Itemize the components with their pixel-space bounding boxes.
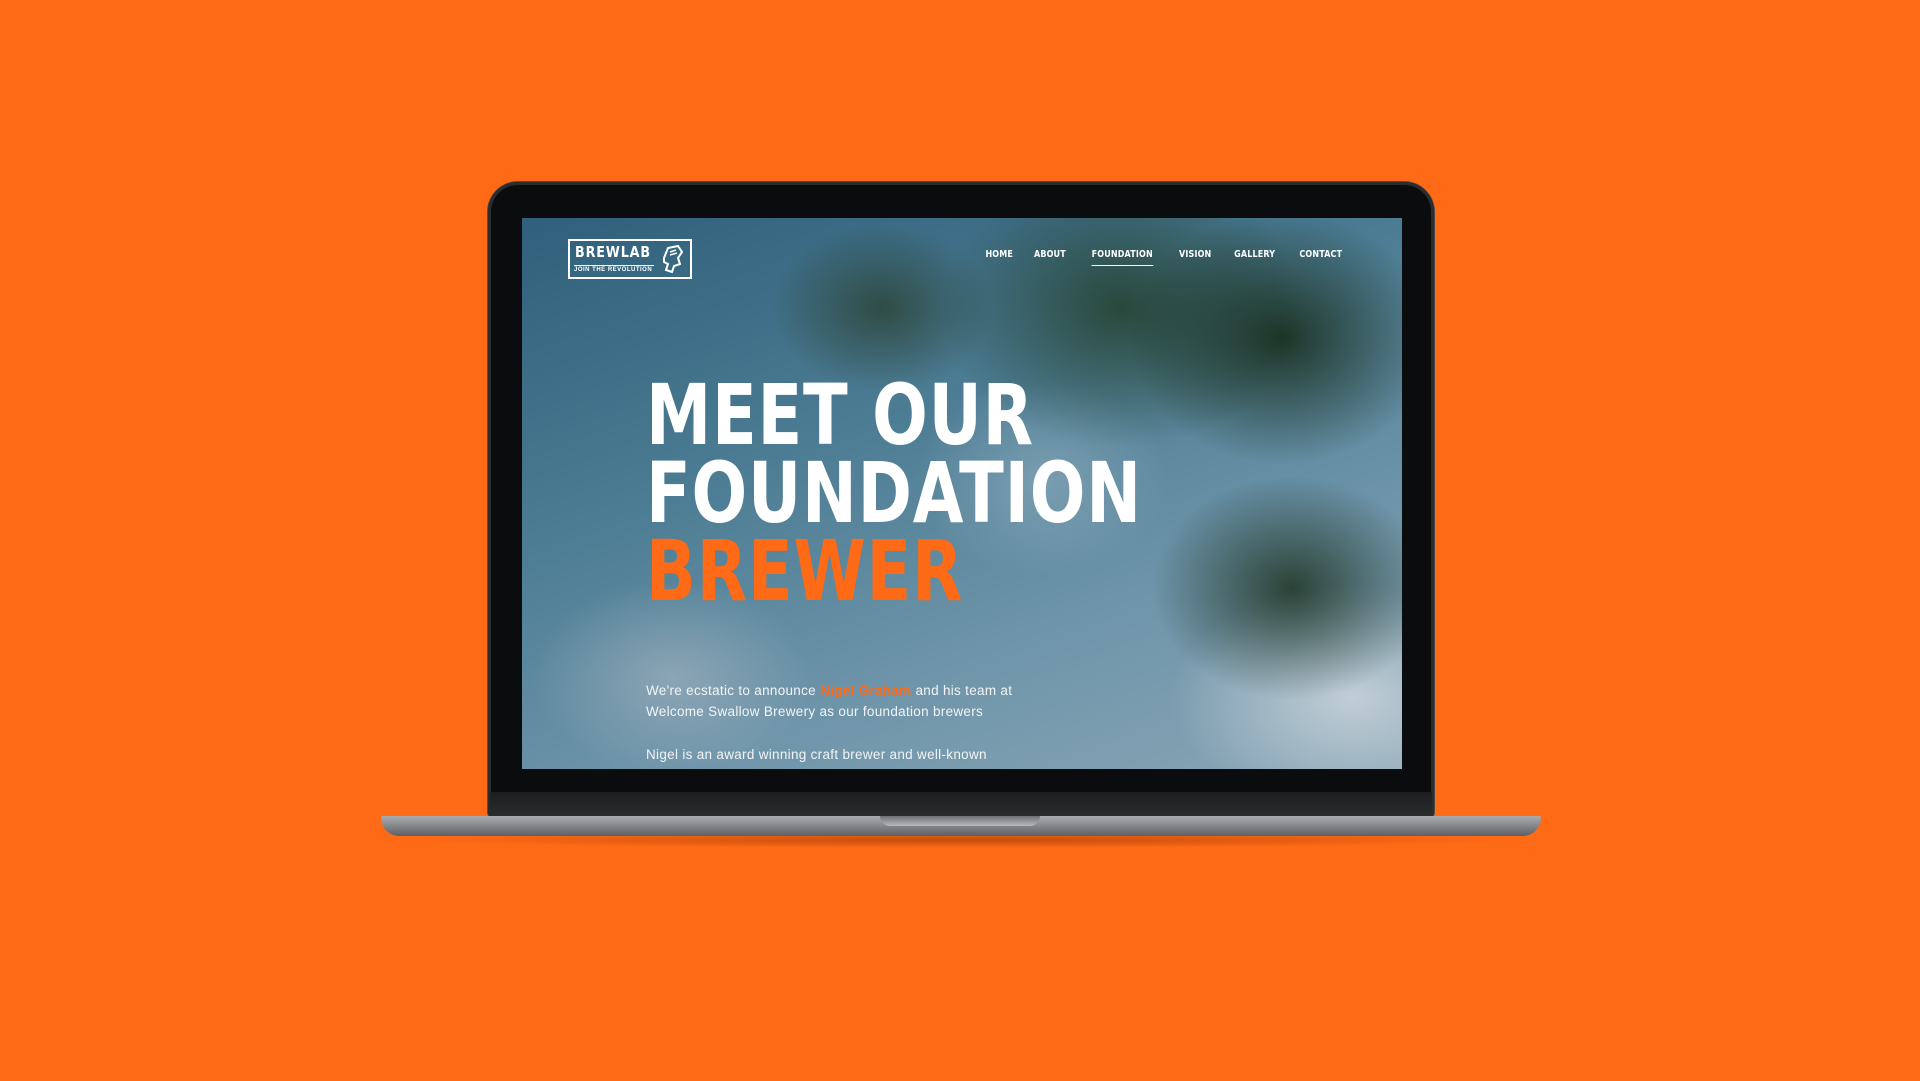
fist-icon [663, 244, 684, 274]
intro-copy: We're ecstatic to announce Nigel Graham … [646, 680, 1066, 769]
laptop-notch [880, 816, 1040, 826]
logo-wordmark: BREWLAB [575, 243, 651, 261]
mockup-stage: BREWLAB JOIN THE REVOLUTION HOME ABOUT F… [0, 0, 1920, 1081]
nav-home[interactable]: HOME [985, 249, 1013, 260]
nav-gallery[interactable]: GALLERY [1234, 249, 1275, 260]
website-screen: BREWLAB JOIN THE REVOLUTION HOME ABOUT F… [522, 218, 1402, 769]
nav-about[interactable]: ABOUT [1034, 249, 1066, 260]
hero-line-3: BREWER [646, 522, 964, 620]
laptop-hinge [490, 792, 1432, 816]
nav-contact[interactable]: CONTACT [1300, 249, 1343, 260]
intro-text-before: We're ecstatic to announce [646, 683, 821, 698]
nav-vision[interactable]: VISION [1179, 249, 1211, 260]
brewer-name: Nigel Graham [820, 683, 912, 698]
hero-line-2: FOUNDATION [646, 444, 1142, 542]
main-nav: HOME ABOUT FOUNDATION VISION GALLERY CON… [968, 249, 1348, 266]
nav-foundation[interactable]: FOUNDATION [1091, 249, 1153, 266]
site-header: BREWLAB JOIN THE REVOLUTION HOME ABOUT F… [522, 218, 1402, 298]
logo-tagline: JOIN THE REVOLUTION [574, 265, 654, 273]
hero-heading: MEET OUR FOUNDATION BREWER [646, 366, 1282, 620]
intro-paragraph: We're ecstatic to announce Nigel Graham … [646, 680, 1066, 722]
hero-line-1: MEET OUR [646, 366, 1034, 464]
brewlab-logo[interactable]: BREWLAB JOIN THE REVOLUTION [568, 239, 692, 279]
second-paragraph: Nigel is an award winning craft brewer a… [646, 747, 987, 762]
